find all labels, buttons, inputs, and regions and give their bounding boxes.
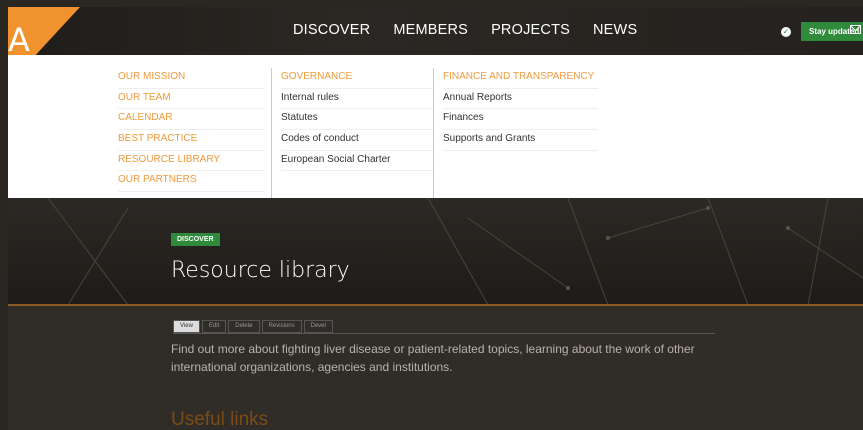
page-frame: A DISCOVER MEMBERS PROJECTS NEWS ✓ Stay …: [8, 7, 863, 430]
envelope-icon: [850, 25, 861, 34]
menu-codes-of-conduct[interactable]: Codes of conduct: [281, 130, 434, 151]
menu-our-partners[interactable]: OUR PARTNERS: [118, 171, 264, 193]
useful-links-heading: Useful links: [171, 409, 269, 430]
menu-our-mission[interactable]: OUR MISSION: [118, 68, 264, 89]
menu-internal-rules[interactable]: Internal rules: [281, 89, 434, 110]
menu-finances[interactable]: Finances: [443, 109, 598, 131]
page-title: Resource library: [171, 258, 350, 283]
tab-delete[interactable]: Delete: [228, 320, 260, 333]
tab-view[interactable]: View: [173, 320, 200, 333]
menu-calendar[interactable]: CALENDAR: [118, 109, 264, 131]
check-icon: ✓: [781, 27, 791, 37]
admin-tabs: View Edit Delete Revisions Devel: [173, 320, 715, 334]
main-navigation: DISCOVER MEMBERS PROJECTS NEWS: [293, 22, 660, 38]
menu-european-social-charter[interactable]: European Social Charter: [281, 151, 434, 172]
hero-banner: DISCOVER Resource library: [8, 198, 863, 305]
tab-revisions[interactable]: Revisions: [261, 320, 302, 333]
discover-dropdown-menu: OUR MISSION OUR TEAM CALENDAR BEST PRACT…: [8, 55, 863, 201]
dropdown-column-1: OUR MISSION OUR TEAM CALENDAR BEST PRACT…: [118, 68, 264, 193]
logo-letter[interactable]: A: [8, 21, 30, 59]
menu-finance-transparency[interactable]: FINANCE AND TRANSPARENCY: [443, 68, 598, 89]
nav-projects[interactable]: PROJECTS: [491, 22, 570, 38]
top-navbar: A DISCOVER MEMBERS PROJECTS NEWS ✓ Stay …: [8, 7, 863, 85]
stay-updated-button[interactable]: Stay updated: [801, 22, 863, 41]
menu-resource-library[interactable]: RESOURCE LIBRARY: [118, 151, 264, 172]
menu-governance[interactable]: GOVERNANCE: [281, 68, 434, 89]
main-content: View Edit Delete Revisions Devel Find ou…: [8, 306, 863, 430]
tab-edit[interactable]: Edit: [201, 320, 227, 333]
nav-members[interactable]: MEMBERS: [393, 22, 468, 38]
menu-best-practice[interactable]: BEST PRACTICE: [118, 130, 264, 151]
tab-devel[interactable]: Devel: [303, 320, 333, 333]
intro-text: Find out more about fighting liver disea…: [171, 342, 695, 374]
menu-supports-grants[interactable]: Supports and Grants: [443, 130, 598, 151]
discover-badge: DISCOVER: [171, 233, 220, 246]
menu-statutes[interactable]: Statutes: [281, 109, 434, 131]
nav-news[interactable]: NEWS: [593, 22, 637, 38]
dropdown-column-finance: FINANCE AND TRANSPARENCY Annual Reports …: [433, 68, 598, 201]
menu-our-team[interactable]: OUR TEAM: [118, 89, 264, 110]
dropdown-column-governance: GOVERNANCE Internal rules Statutes Codes…: [271, 68, 434, 201]
hero-network-background: [47, 198, 863, 305]
nav-discover[interactable]: DISCOVER: [293, 22, 370, 38]
menu-annual-reports[interactable]: Annual Reports: [443, 89, 598, 110]
